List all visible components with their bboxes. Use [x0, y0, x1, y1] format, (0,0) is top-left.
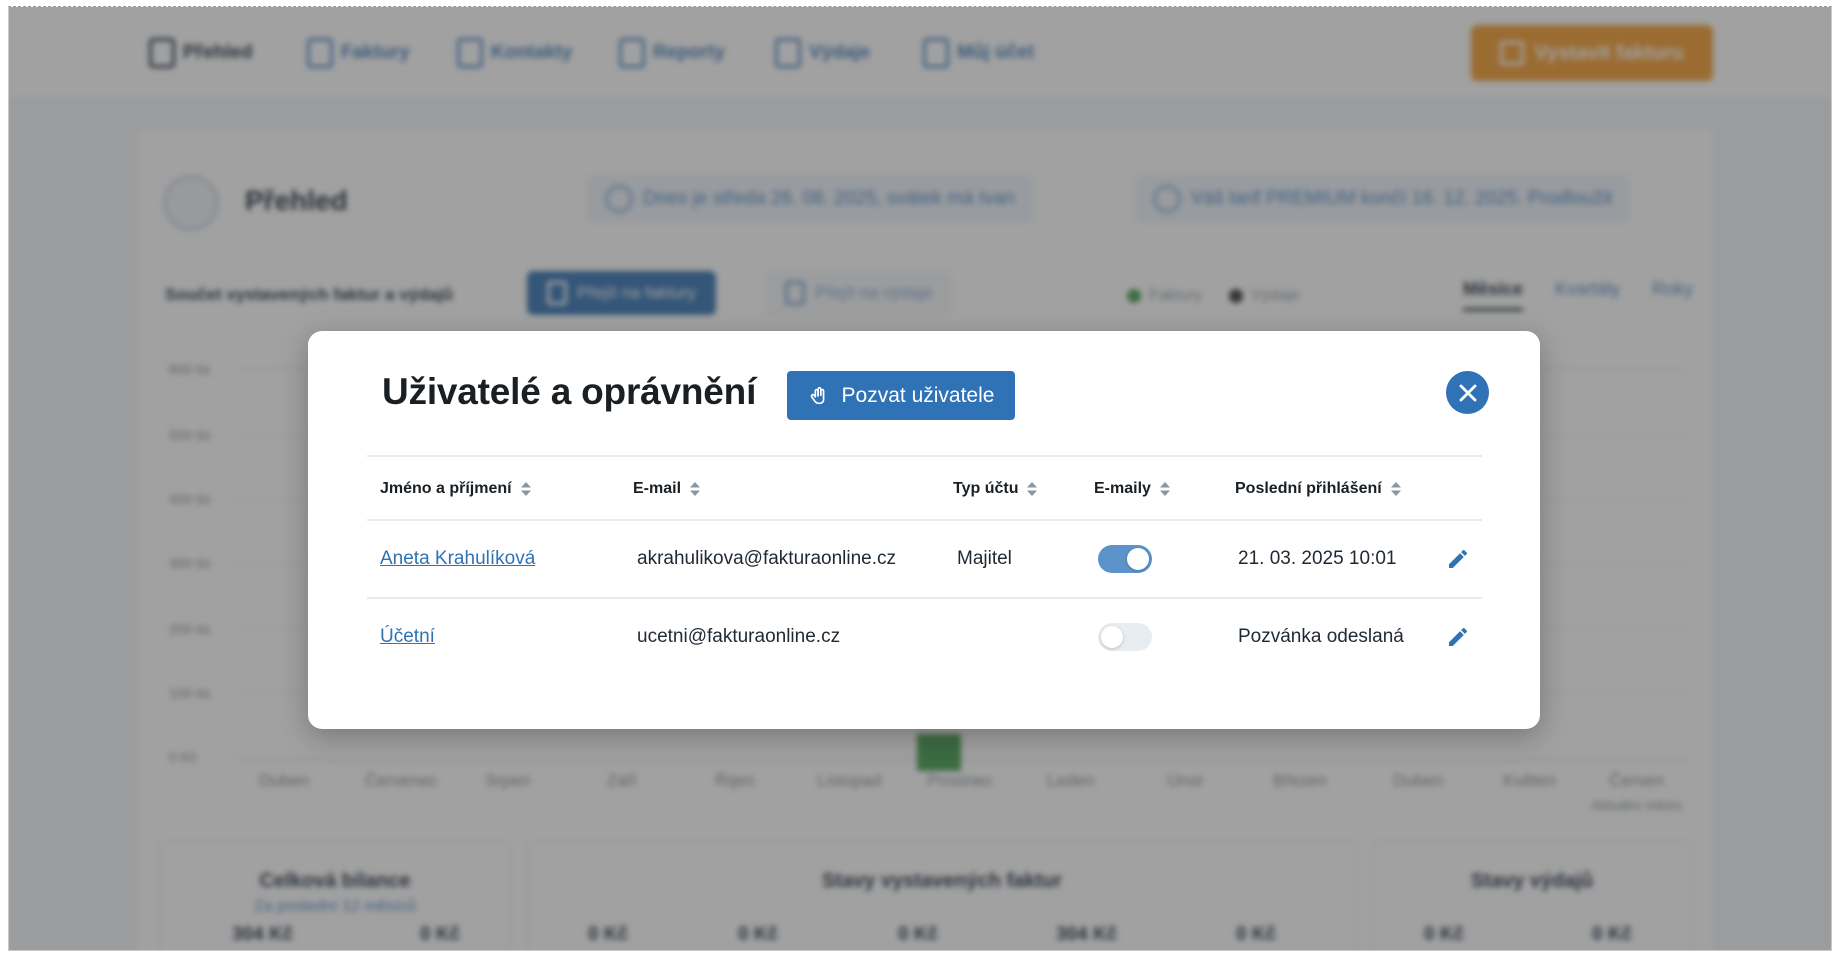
last-login: Pozvánka odeslaná — [1238, 626, 1404, 647]
edit-cell — [1446, 521, 1470, 597]
close-button[interactable] — [1446, 371, 1489, 414]
edit-cell — [1446, 599, 1470, 675]
screenshot-frame: Přehled Faktury Kontakty Reporty Výdaje … — [8, 6, 1832, 951]
table-row: Aneta Krahulíková akrahulikova@fakturaon… — [367, 521, 1482, 599]
column-header-last-login[interactable]: Poslední přihlášení — [1235, 457, 1402, 521]
user-email: ucetni@fakturaonline.cz — [637, 626, 841, 647]
users-permissions-modal: Uživatelé a oprávnění Pozvat uživatele J… — [308, 331, 1540, 729]
column-label: E-mail — [633, 480, 682, 497]
column-header-account-type[interactable]: Typ účtu — [953, 457, 1038, 521]
user-name-cell: Aneta Krahulíková — [380, 521, 535, 597]
pencil-icon[interactable] — [1446, 547, 1470, 571]
hand-icon — [808, 385, 830, 407]
column-header-name[interactable]: Jméno a příjmení — [380, 457, 532, 521]
modal-title: Uživatelé a oprávnění — [382, 371, 757, 412]
column-label: Poslední přihlášení — [1235, 480, 1382, 497]
users-table: Jméno a příjmení E-mail Typ účtu E-maily… — [367, 455, 1482, 677]
close-icon — [1457, 382, 1479, 404]
table-header: Jméno a příjmení E-mail Typ účtu E-maily… — [367, 455, 1482, 521]
user-name-link[interactable]: Aneta Krahulíková — [380, 548, 535, 570]
user-name-link[interactable]: Účetní — [380, 626, 435, 648]
toggle-knob — [1127, 548, 1149, 570]
table-row: Účetní ucetni@fakturaonline.cz Pozvánka … — [367, 599, 1482, 677]
column-label: E-maily — [1094, 480, 1151, 497]
sort-icon — [520, 480, 532, 498]
user-email: akrahulikova@fakturaonline.cz — [637, 548, 897, 569]
column-label: Jméno a příjmení — [380, 480, 512, 497]
toggle-knob — [1101, 626, 1123, 648]
sort-icon — [689, 480, 701, 498]
column-label: Typ účtu — [953, 480, 1019, 497]
account-type: Majitel — [957, 548, 1012, 569]
emails-toggle-cell — [1098, 521, 1152, 597]
pencil-icon[interactable] — [1446, 625, 1470, 649]
emails-toggle[interactable] — [1098, 623, 1152, 651]
emails-toggle-cell — [1098, 599, 1152, 675]
user-name-cell: Účetní — [380, 599, 435, 675]
sort-icon — [1159, 480, 1171, 498]
invite-user-button[interactable]: Pozvat uživatele — [787, 371, 1015, 420]
last-login: 21. 03. 2025 10:01 — [1238, 548, 1397, 569]
emails-toggle[interactable] — [1098, 545, 1152, 573]
column-header-emails[interactable]: E-maily — [1094, 457, 1171, 521]
sort-icon — [1390, 480, 1402, 498]
invite-user-label: Pozvat uživatele — [841, 383, 995, 407]
column-header-email[interactable]: E-mail — [633, 457, 701, 521]
sort-icon — [1026, 480, 1038, 498]
